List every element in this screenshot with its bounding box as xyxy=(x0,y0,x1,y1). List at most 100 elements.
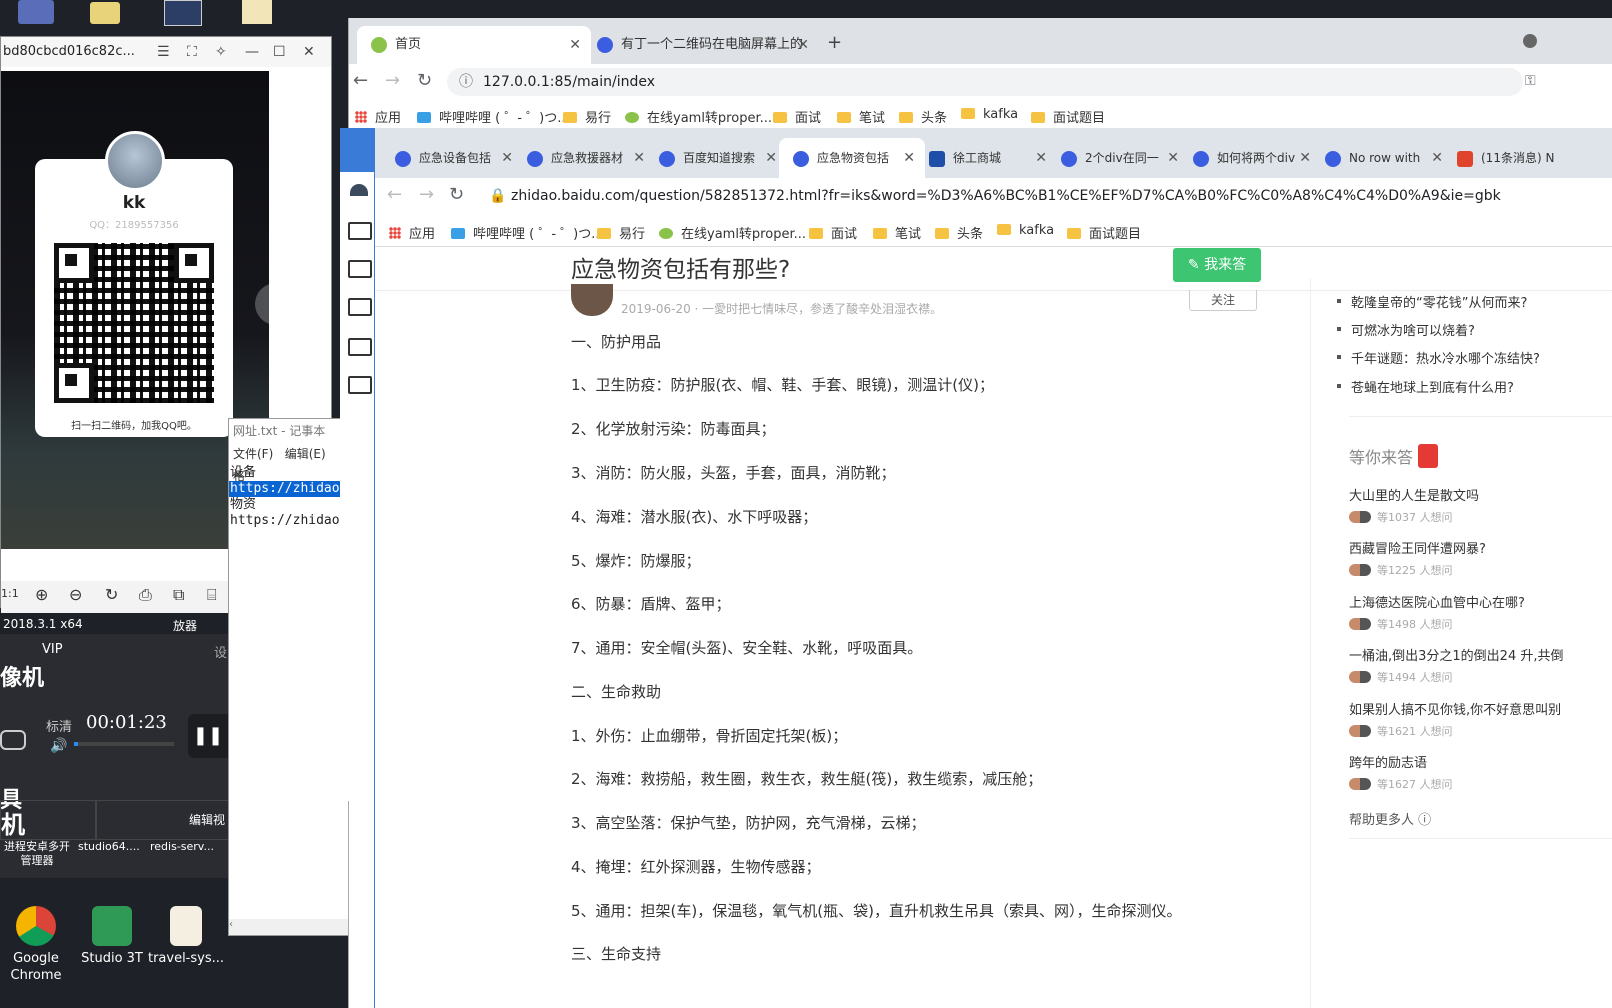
actual-size-icon[interactable]: 1:1 xyxy=(1,587,19,600)
bookmark-bilibili[interactable]: 哔哩哔哩 ( ゜- ゜)つ... xyxy=(417,107,570,126)
app-icon[interactable] xyxy=(18,0,54,24)
tab[interactable]: 百度知道搜索 ✕ xyxy=(645,138,787,178)
answer-button[interactable]: ✎ 我来答 xyxy=(1173,248,1261,282)
zoom-out-icon[interactable]: ⊖ xyxy=(69,585,82,604)
close-tab-icon[interactable]: ✕ xyxy=(765,138,777,178)
menu-file[interactable]: 文件(F) xyxy=(233,447,273,461)
pause-icon[interactable]: ❚❚ xyxy=(188,714,228,758)
bookmark-yaml[interactable]: 在线yaml转proper... xyxy=(659,223,806,242)
next-image-button[interactable]: › xyxy=(255,283,297,325)
notepad-line-selected[interactable]: https://zhidao. xyxy=(229,481,349,497)
bookmark-apps[interactable]: 应用 xyxy=(389,223,435,242)
waiting-question-link[interactable]: 如果别人搞不见你钱,你不好意思叫别 xyxy=(1349,699,1561,718)
waiting-question-link[interactable]: 西藏冒险王同伴遭网暴? xyxy=(1349,538,1486,557)
waiting-question-link[interactable]: 上海德达医院心血管中心在哪? xyxy=(1349,592,1525,611)
close-tab-icon[interactable]: ✕ xyxy=(797,26,809,64)
forward-icon[interactable]: → xyxy=(419,184,434,205)
desktop-icon-chrome[interactable]: Google Chrome xyxy=(0,906,76,984)
zoom-in-icon[interactable]: ⊕ xyxy=(35,585,48,604)
dashboard-icon[interactable] xyxy=(350,184,368,196)
bookmark-folder[interactable]: 面试 xyxy=(809,223,857,242)
bookmark-folder[interactable]: 面试题目 xyxy=(1067,223,1141,242)
monitor-icon[interactable] xyxy=(348,222,372,240)
tab[interactable]: 2个div在同一 ✕ xyxy=(1047,138,1189,178)
hot-question-link[interactable]: 乾隆皇帝的“零花钱”从何而来? xyxy=(1336,292,1527,311)
monitor-icon[interactable] xyxy=(348,376,372,394)
desktop-label[interactable]: 进程安卓多开管理器 xyxy=(0,840,74,868)
horizontal-scrollbar[interactable]: ‹ xyxy=(229,919,349,935)
reload-icon[interactable]: ↻ xyxy=(417,70,432,91)
close-tab-icon[interactable]: ✕ xyxy=(501,138,513,178)
back-icon[interactable]: ← xyxy=(353,70,368,91)
desktop-label[interactable]: redis-serv... xyxy=(150,840,214,853)
waiting-question-link[interactable]: 跨年的励志语 xyxy=(1349,752,1427,771)
copy-icon[interactable]: ⧉ xyxy=(173,585,184,605)
bookmark-bilibili[interactable]: 哔哩哔哩 ( ゜- ゜)つ... xyxy=(451,223,604,242)
gamepad-icon[interactable] xyxy=(0,730,26,750)
reload-icon[interactable]: ↻ xyxy=(449,184,464,205)
bookmark-folder[interactable]: 笔试 xyxy=(837,107,885,126)
tab-home[interactable]: 首页 ✕ xyxy=(357,26,591,64)
hot-question-link[interactable]: 苍蝇在地球上到底有什么用? xyxy=(1337,377,1514,396)
forward-icon[interactable]: → xyxy=(385,70,400,91)
hot-question-link[interactable]: 千年谜题：热水冷水哪个冻结快? xyxy=(1337,348,1540,367)
monitor-icon[interactable] xyxy=(348,298,372,316)
bookmark-folder[interactable]: 易行 xyxy=(597,223,645,242)
bookmark-folder[interactable]: 面试题目 xyxy=(1031,107,1105,126)
bookmark-folder[interactable]: 头条 xyxy=(899,107,947,126)
notepad-line[interactable]: 物资 xyxy=(229,497,349,513)
monitor-icon[interactable] xyxy=(348,338,372,356)
new-tab-icon[interactable]: + xyxy=(827,32,842,53)
fullscreen-icon[interactable]: ⛶ xyxy=(187,44,197,60)
menu-icon[interactable]: ☰ xyxy=(157,44,170,60)
bookmark-folder[interactable]: 头条 xyxy=(935,223,983,242)
bookmark-folder[interactable]: kafka xyxy=(997,223,1054,238)
desktop-label[interactable]: studio64.... xyxy=(78,840,140,853)
maximize-icon[interactable]: ☐ xyxy=(273,44,286,60)
code-editor-icon[interactable] xyxy=(164,0,202,26)
close-tab-icon[interactable]: ✕ xyxy=(1035,138,1047,178)
waiting-question-link[interactable]: 一桶油,倒出3分之1的倒出24 升,共倒 xyxy=(1349,645,1563,664)
tab-active[interactable]: 应急物资包括 ✕ xyxy=(779,138,925,178)
close-tab-icon[interactable]: ✕ xyxy=(1299,138,1311,178)
bookmark-folder[interactable]: 面试 xyxy=(773,107,821,126)
file-icon[interactable] xyxy=(242,0,272,24)
profile-menu-icon[interactable] xyxy=(1523,34,1537,48)
bookmark-folder[interactable]: 易行 xyxy=(563,107,611,126)
info-icon[interactable]: ⓘ xyxy=(459,68,473,96)
app-icon[interactable] xyxy=(90,2,120,24)
minimize-icon[interactable]: — xyxy=(245,44,259,60)
answerer-avatar[interactable] xyxy=(571,284,613,316)
settings-label[interactable]: 设 xyxy=(214,642,227,661)
address-bar[interactable]: 🔒 zhidao.baidu.com/question/582851372.ht… xyxy=(481,182,1612,210)
text-icon[interactable]: ⌸ xyxy=(207,585,217,605)
hot-question-link[interactable]: 可燃冰为啥可以烧着? xyxy=(1337,320,1475,339)
monitor-icon[interactable] xyxy=(348,260,372,278)
bookmark-folder[interactable]: kafka xyxy=(961,107,1018,122)
waiting-question-link[interactable]: 大山里的人生是散文吗 xyxy=(1349,485,1479,504)
key-icon[interactable]: ⚿ xyxy=(1525,73,1536,89)
close-icon[interactable]: ✕ xyxy=(303,44,315,60)
desktop-icon-file[interactable]: travel-sys... xyxy=(146,906,226,967)
back-icon[interactable]: ← xyxy=(387,184,402,205)
help-more-link[interactable]: 帮助更多人 ⓘ xyxy=(1349,809,1431,828)
vip-badge[interactable]: VIP xyxy=(42,642,63,657)
tab-qr-question[interactable]: 有丁一个二维码在电脑屏幕上的 ✕ xyxy=(583,26,819,64)
notepad-line[interactable]: https://zhidao. xyxy=(229,513,349,529)
pin-icon[interactable]: ✧ xyxy=(215,44,227,60)
tab[interactable]: 应急设备包括 ✕ xyxy=(381,138,523,178)
quality-label[interactable]: 标清 xyxy=(46,716,72,735)
edit-video-button[interactable]: 编辑视 xyxy=(96,800,230,840)
bookmark-folder[interactable]: 笔试 xyxy=(873,223,921,242)
tab[interactable]: 如何将两个div ✕ xyxy=(1179,138,1321,178)
close-tab-icon[interactable]: ✕ xyxy=(633,138,645,178)
progress-bar[interactable] xyxy=(74,742,174,746)
close-tab-icon[interactable]: ✕ xyxy=(1167,138,1179,178)
tab[interactable]: (11条消息) N xyxy=(1443,138,1612,178)
rotate-icon[interactable]: ↻ xyxy=(105,585,118,604)
tab[interactable]: 徐工商城 ✕ xyxy=(915,138,1057,178)
desktop-icon-studio3t[interactable]: Studio 3T xyxy=(72,906,152,967)
close-tab-icon[interactable]: ✕ xyxy=(1431,138,1443,178)
menu-edit[interactable]: 编辑(E) xyxy=(285,447,326,461)
notepad-line[interactable]: 设备 xyxy=(229,465,349,481)
